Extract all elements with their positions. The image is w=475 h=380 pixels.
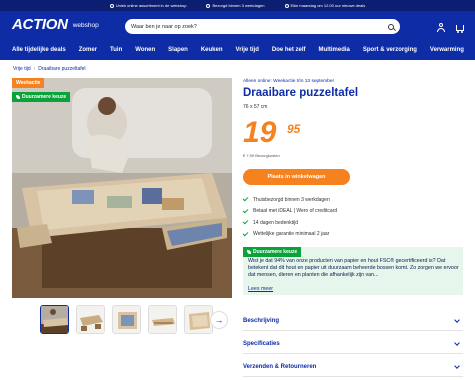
search-icon[interactable] xyxy=(388,23,394,30)
check-icon xyxy=(242,218,249,225)
sustainability-badge: Duurzamere keuze xyxy=(243,247,302,257)
main-nav: Alle tijdelijke deals Zomer Tuin Wonen S… xyxy=(0,40,475,60)
arrow-right-icon: → xyxy=(214,315,224,325)
product-title: Draaibare puzzeltafel xyxy=(243,87,359,99)
add-to-cart-button[interactable]: Plaats in winkelwagen xyxy=(243,169,350,185)
accordion-specifications[interactable]: Specificaties xyxy=(243,334,463,354)
usp-item: Bezorgd binnen 3 werkdagen xyxy=(206,3,265,8)
breadcrumb-current: Draaibare puzzeltafel xyxy=(38,66,86,72)
price-cents: 95 xyxy=(287,122,301,136)
sale-badge: Weekactie xyxy=(12,78,45,88)
sustainable-badge: Duurzamere keuze xyxy=(12,92,71,102)
chevron-down-icon xyxy=(454,316,460,323)
cart-icon[interactable] xyxy=(455,23,465,33)
product-price: 19 95 xyxy=(243,116,300,149)
truck-icon xyxy=(206,3,211,8)
nav-item-multimedia[interactable]: Multimedia xyxy=(319,47,350,53)
nav-item-tuin[interactable]: Tuin xyxy=(110,47,122,53)
chevron-down-icon xyxy=(454,339,460,346)
leaf-icon xyxy=(247,250,251,254)
thumbnail[interactable] xyxy=(40,305,69,334)
product-photo xyxy=(12,78,232,298)
nav-item-zomer[interactable]: Zomer xyxy=(79,47,97,53)
breadcrumb-parent[interactable]: Vrije tijd xyxy=(13,66,31,72)
top-usp-bar: Uniek online assortiment in de webshop B… xyxy=(0,0,475,11)
availability-note: Alleen online: Weekactie t/m 13 septembe… xyxy=(243,79,335,84)
thumbnail[interactable] xyxy=(112,305,141,334)
check-icon xyxy=(242,195,249,202)
product-dimensions: 76 x 57 cm xyxy=(243,104,268,110)
sustainability-box: Duurzamere keuze Wist je dat 94% van onz… xyxy=(243,247,463,295)
logo[interactable]: ACTION webshop xyxy=(12,17,99,33)
nav-item-verwarming[interactable]: Verwarming xyxy=(430,47,464,53)
site-header: ACTION webshop xyxy=(0,11,475,40)
thumbnail[interactable] xyxy=(184,305,213,334)
usp-item: Elke maandag om 12.00 uur nieuwe deals xyxy=(284,3,365,8)
check-icon xyxy=(242,207,249,214)
usp-row: Wettelijke garantie minimaal 2 jaar xyxy=(242,229,337,241)
logo-text[interactable]: ACTION xyxy=(12,17,68,33)
breadcrumb-separator: › xyxy=(33,66,36,72)
search-bar[interactable] xyxy=(125,19,400,34)
nav-item-sport[interactable]: Sport & verzorging xyxy=(363,47,417,53)
sustainability-text: Wist je dat 94% van onze producten van p… xyxy=(248,258,459,278)
price-euros: 19 xyxy=(243,116,277,149)
read-more-link[interactable]: Lees meer xyxy=(248,286,273,292)
nav-item-keuken[interactable]: Keuken xyxy=(201,47,223,53)
product-main-image[interactable] xyxy=(12,78,232,298)
thumbnail-next-button[interactable]: → xyxy=(210,311,228,329)
usp-item: Uniek online assortiment in de webshop xyxy=(109,3,186,8)
nav-item-slapen[interactable]: Slapen xyxy=(168,47,188,53)
nav-item-wonen[interactable]: Wonen xyxy=(135,47,155,53)
nav-item-doe-het-zelf[interactable]: Doe het zelf xyxy=(272,47,306,53)
check-icon xyxy=(242,230,249,237)
accordion-description[interactable]: Beschrijving xyxy=(243,311,463,331)
product-usp-list: Thuisbezorgd binnen 3 werkdagen Betaal m… xyxy=(242,194,337,241)
nav-item-deals[interactable]: Alle tijdelijke deals xyxy=(12,47,66,53)
thumbnail-strip xyxy=(40,305,213,334)
thumbnail[interactable] xyxy=(148,305,177,334)
accordion-shipping-returns[interactable]: Verzenden & Retourneren xyxy=(243,357,463,377)
usp-row: Betaal met iDEAL | Wero of creditcard xyxy=(242,206,337,218)
search-input[interactable] xyxy=(131,23,388,30)
logo-subtext: webshop xyxy=(72,22,99,29)
user-icon[interactable] xyxy=(436,23,446,33)
leaf-icon xyxy=(16,95,20,99)
shipping-cost: € 7,99 Bezorgkosten xyxy=(243,153,280,158)
breadcrumb: Vrije tijd › Draaibare puzzeltafel xyxy=(13,66,86,72)
usp-row: Thuisbezorgd binnen 3 werkdagen xyxy=(242,194,337,206)
chevron-down-icon xyxy=(454,362,460,369)
info-icon xyxy=(109,3,114,8)
nav-item-vrije-tijd[interactable]: Vrije tijd xyxy=(236,47,259,53)
thumbnail[interactable] xyxy=(76,305,105,334)
usp-row: 14 dagen bedenktijd xyxy=(242,217,337,229)
clock-icon xyxy=(284,3,289,8)
